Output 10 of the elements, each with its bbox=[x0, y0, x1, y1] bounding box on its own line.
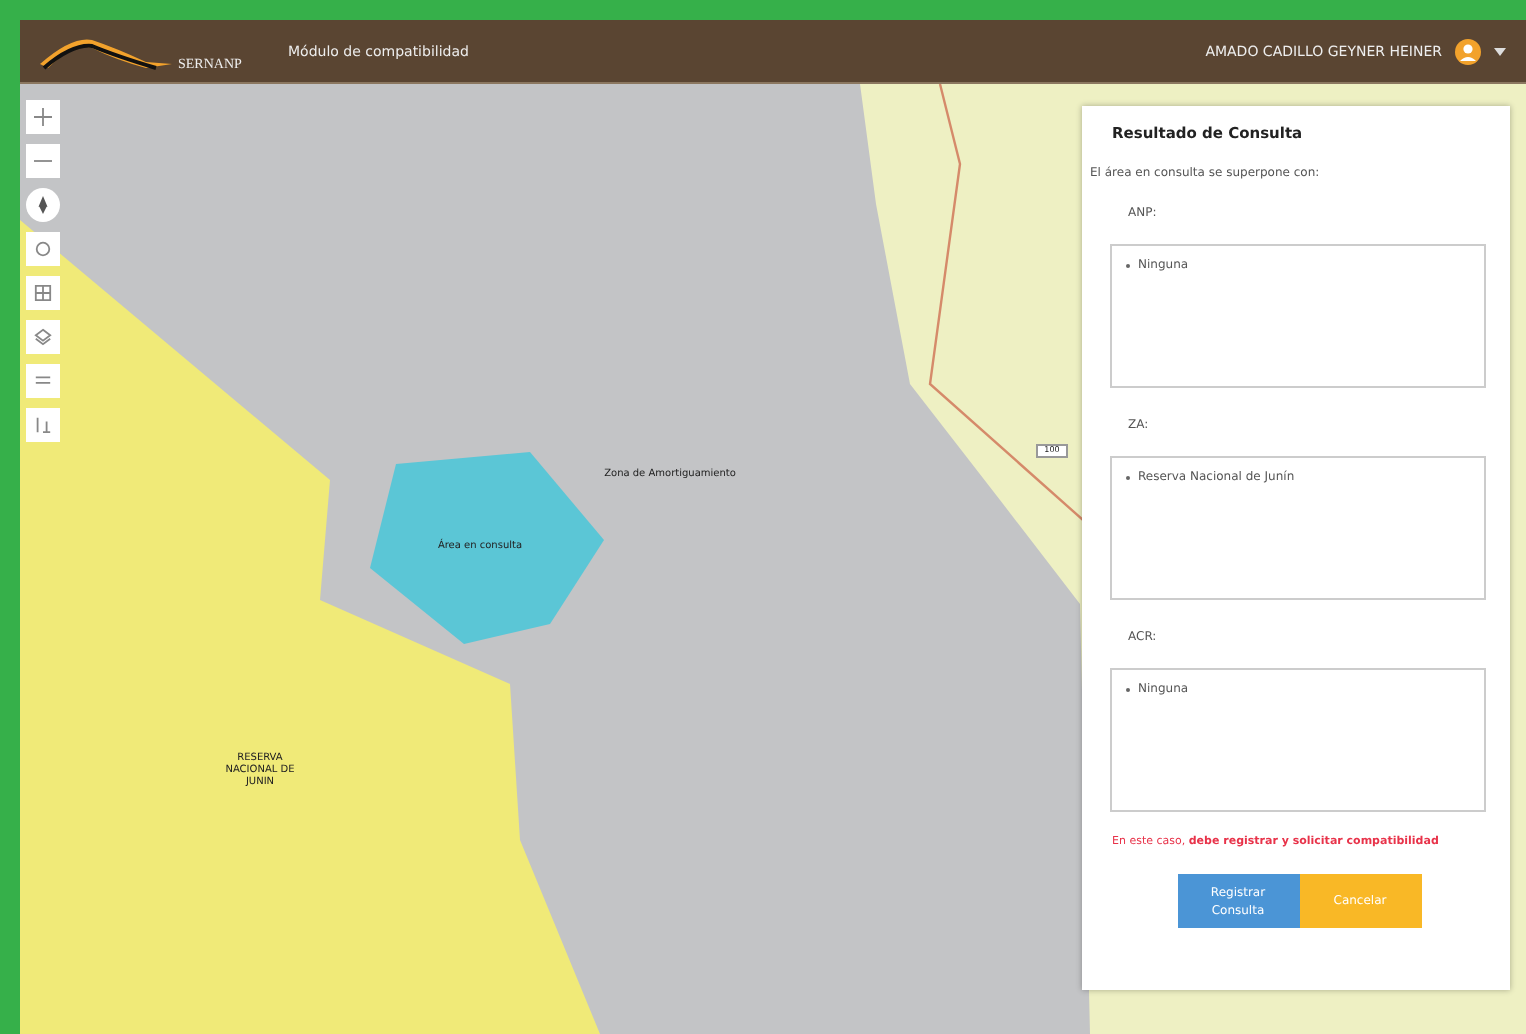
zoom-in-icon[interactable] bbox=[26, 100, 60, 134]
measure-icon[interactable] bbox=[26, 408, 60, 442]
compass-icon[interactable] bbox=[26, 188, 60, 222]
grid-icon[interactable] bbox=[26, 276, 60, 310]
list-icon[interactable] bbox=[26, 364, 60, 398]
user-avatar-icon[interactable] bbox=[1454, 37, 1482, 65]
locate-icon[interactable] bbox=[26, 232, 60, 266]
layers-icon[interactable] bbox=[26, 320, 60, 354]
zoom-out-icon[interactable] bbox=[26, 144, 60, 178]
caret-icon[interactable] bbox=[1494, 47, 1506, 55]
